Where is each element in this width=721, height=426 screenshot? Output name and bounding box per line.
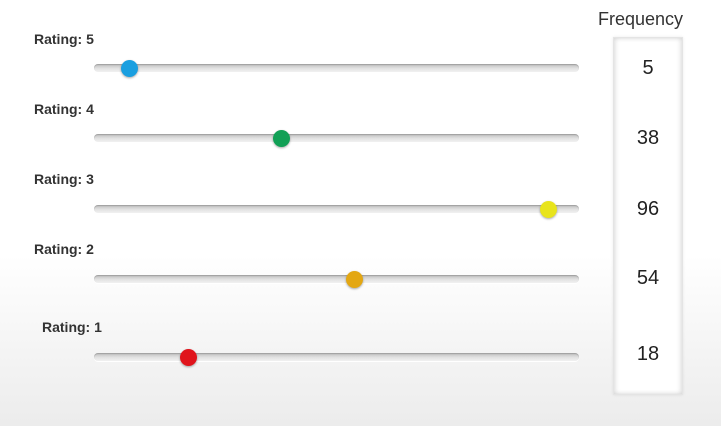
- frequency-value-rating-4: 38: [636, 127, 660, 149]
- frequency-value-rating-3: 96: [636, 198, 660, 220]
- rating-2-slider[interactable]: [94, 270, 579, 288]
- rating-3-slider-thumb[interactable]: [540, 200, 558, 218]
- rating-3-label: Rating: 3: [34, 171, 94, 187]
- rating-3-slider[interactable]: [94, 200, 579, 218]
- frequency-value-rating-2: 54: [636, 267, 660, 289]
- rating-1-slider-thumb[interactable]: [180, 348, 198, 366]
- rating-4-slider[interactable]: [94, 129, 579, 147]
- rating-2-slider-thumb[interactable]: [346, 270, 364, 288]
- rating-5-label: Rating: 5: [34, 31, 94, 47]
- rating-4-slider-thumb[interactable]: [272, 129, 290, 147]
- frequency-value-rating-1: 18: [636, 343, 660, 365]
- rating-1-label: Rating: 1: [42, 319, 102, 335]
- rating-5-slider[interactable]: [94, 59, 579, 77]
- rating-2-label: Rating: 2: [34, 241, 94, 257]
- rating-1-slider[interactable]: [94, 348, 579, 366]
- frequency-value-rating-5: 5: [642, 57, 654, 79]
- rating-5-slider-thumb[interactable]: [120, 59, 138, 77]
- frequency-header: Frequency: [598, 9, 684, 29]
- rating-4-label: Rating: 4: [34, 101, 94, 117]
